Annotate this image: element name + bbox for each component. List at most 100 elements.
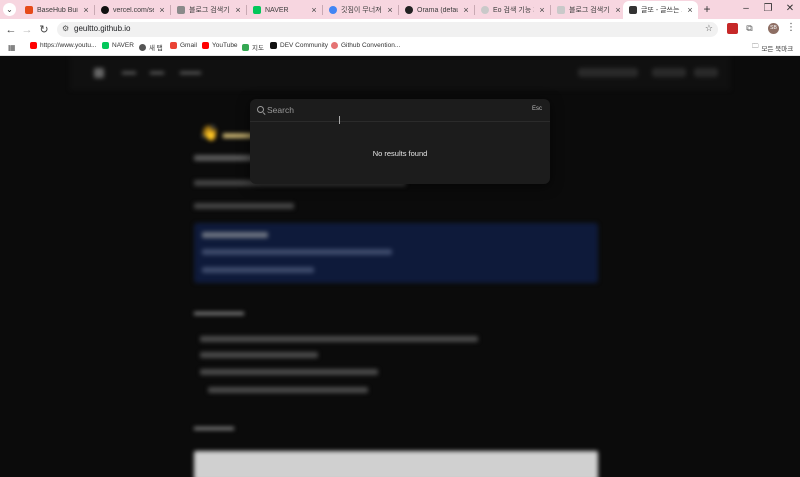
blurred-text-line	[202, 249, 392, 255]
tab-favicon	[405, 6, 413, 14]
naver-icon	[102, 42, 109, 49]
close-icon[interactable]: ×	[82, 5, 90, 15]
site-search-box	[578, 68, 638, 77]
youtube-icon	[30, 42, 37, 49]
site-nav-link: ▬▬	[150, 69, 164, 76]
bookmark-label: Github Convention...	[341, 42, 401, 49]
blurred-text-line	[208, 387, 368, 393]
tab-title: 깃짐이 무너져서	[341, 7, 382, 14]
folder-icon: 🗀	[752, 43, 759, 50]
all-bookmarks[interactable]: 🗀 모든 북마크	[752, 42, 793, 53]
extensions-puzzle-icon[interactable]: ⧉	[744, 23, 755, 34]
tab-title: Eo 검색 기능 개	[493, 7, 534, 14]
address-bar[interactable]: ⚙ geultto.github.io ☆	[57, 22, 718, 37]
site-theme-toggle	[694, 68, 718, 77]
close-icon[interactable]: ×	[158, 5, 166, 15]
back-arrow-icon[interactable]: ←	[4, 23, 18, 37]
bookmark-label: NAVER	[112, 42, 134, 49]
globe-icon	[139, 43, 146, 51]
site-nav-link: ▬▬▬	[180, 69, 201, 76]
tab-blog-search-2[interactable]: 블로그 검색기능 ×	[551, 1, 626, 19]
profile-avatar[interactable]: SB	[768, 23, 779, 34]
youtube-icon	[202, 42, 209, 49]
close-icon[interactable]: ×	[462, 5, 470, 15]
tab-google[interactable]: 깃짐이 무너져서 ×	[323, 1, 398, 19]
tab-title: BaseHub Build	[37, 6, 78, 14]
bookmark-naver[interactable]: NAVER	[102, 42, 134, 49]
tab-favicon	[253, 6, 261, 14]
bookmark-youtube[interactable]: YouTube	[202, 42, 238, 49]
tab-title: vercel.com/seo	[113, 6, 154, 14]
blurred-text-line	[200, 336, 478, 342]
blurred-text-line	[194, 203, 294, 209]
tab-favicon	[557, 6, 565, 14]
forward-arrow-icon[interactable]: →	[20, 23, 34, 37]
blurred-text-line	[200, 352, 318, 358]
blurred-text-line	[202, 267, 314, 273]
tab-orama[interactable]: Orama (default) ×	[399, 1, 474, 19]
page-hero-title: 👋 ▬▬	[200, 125, 253, 142]
text-cursor-icon	[339, 116, 342, 124]
extension-icon[interactable]	[727, 23, 738, 34]
bookmark-label: https://www.youtu...	[40, 42, 97, 49]
bookmark-star-icon[interactable]: ☆	[705, 23, 713, 34]
maps-icon	[242, 43, 249, 51]
tab-favicon	[25, 6, 33, 14]
reload-icon[interactable]: ↻	[37, 23, 51, 37]
site-lang-select	[652, 68, 686, 77]
blurred-text-line	[200, 369, 378, 375]
bookmark-maps[interactable]: 지도	[242, 42, 264, 52]
tab-favicon	[329, 6, 337, 14]
tab-geultto-active[interactable]: 글또 - 글쓰는 또 ×	[623, 1, 698, 19]
esc-key-badge[interactable]: Esc	[532, 106, 542, 112]
menu-kebab-icon[interactable]: ⋮	[786, 22, 796, 33]
section-heading: ▬▬▬▬▬	[194, 307, 244, 318]
all-bookmarks-label: 모든 북마크	[761, 45, 794, 53]
tab-search-chevron-icon[interactable]: ⌄	[3, 3, 16, 16]
no-results-message: No results found	[372, 149, 428, 158]
apps-grid-icon[interactable]: ▦	[8, 43, 17, 52]
window-close-icon[interactable]: ✕	[782, 3, 798, 14]
bookmark-github-convention[interactable]: Github Convention...	[331, 42, 400, 49]
close-icon[interactable]: ×	[234, 5, 242, 15]
gmail-icon	[170, 42, 177, 49]
browser-toolbar: ← → ↻ ⚙ geultto.github.io ☆ ⧉ SB ⋮	[0, 19, 800, 40]
tab-title: Orama (default)	[417, 6, 458, 14]
bookmark-label: DEV Community	[280, 42, 329, 49]
tab-blog-search-1[interactable]: 블로그 검색기능 ×	[171, 1, 246, 19]
close-icon[interactable]: ×	[538, 5, 546, 15]
bookmark-new-tab[interactable]: 새 탭	[139, 42, 163, 52]
search-bar: Esc	[250, 99, 550, 122]
close-icon[interactable]: ×	[310, 5, 318, 15]
section-heading: ▬▬▬▬	[194, 422, 234, 433]
tab-title: 블로그 검색기능	[189, 7, 230, 14]
dev-icon	[270, 42, 277, 49]
bookmarks-bar: ▦ https://www.youtu... NAVER 새 탭 Gmail Y…	[0, 40, 800, 56]
new-tab-plus-icon[interactable]: +	[700, 2, 714, 16]
url-text[interactable]: geultto.github.io	[74, 24, 131, 33]
minimize-icon[interactable]: –	[738, 3, 754, 14]
tab-search-feature[interactable]: Eo 검색 기능 개 ×	[475, 1, 550, 19]
bookmark-youtube-url[interactable]: https://www.youtu...	[30, 42, 96, 49]
tab-basehub[interactable]: BaseHub Build ×	[19, 1, 94, 19]
close-icon[interactable]: ×	[386, 5, 394, 15]
github-convention-icon	[331, 42, 338, 49]
blurred-banner	[194, 451, 598, 477]
tab-naver[interactable]: NAVER ×	[247, 1, 322, 19]
close-icon[interactable]: ×	[614, 5, 622, 15]
tab-favicon	[629, 6, 637, 14]
close-icon[interactable]: ×	[686, 5, 694, 15]
tab-favicon	[177, 6, 185, 14]
search-dialog: Esc No results found	[250, 99, 550, 184]
blurred-text-line	[202, 232, 268, 238]
bookmark-label: YouTube	[212, 42, 238, 49]
restore-icon[interactable]: ❐	[760, 3, 776, 14]
search-icon	[257, 106, 264, 113]
site-info-icon[interactable]: ⚙	[62, 24, 69, 33]
tab-favicon	[101, 6, 109, 14]
tab-vercel[interactable]: vercel.com/seo ×	[95, 1, 170, 19]
tab-strip: ⌄ BaseHub Build × vercel.com/seo × 블로그 검…	[0, 0, 800, 19]
search-input[interactable]	[267, 103, 507, 117]
bookmark-gmail[interactable]: Gmail	[170, 42, 197, 49]
bookmark-dev-community[interactable]: DEV Community	[270, 42, 328, 49]
